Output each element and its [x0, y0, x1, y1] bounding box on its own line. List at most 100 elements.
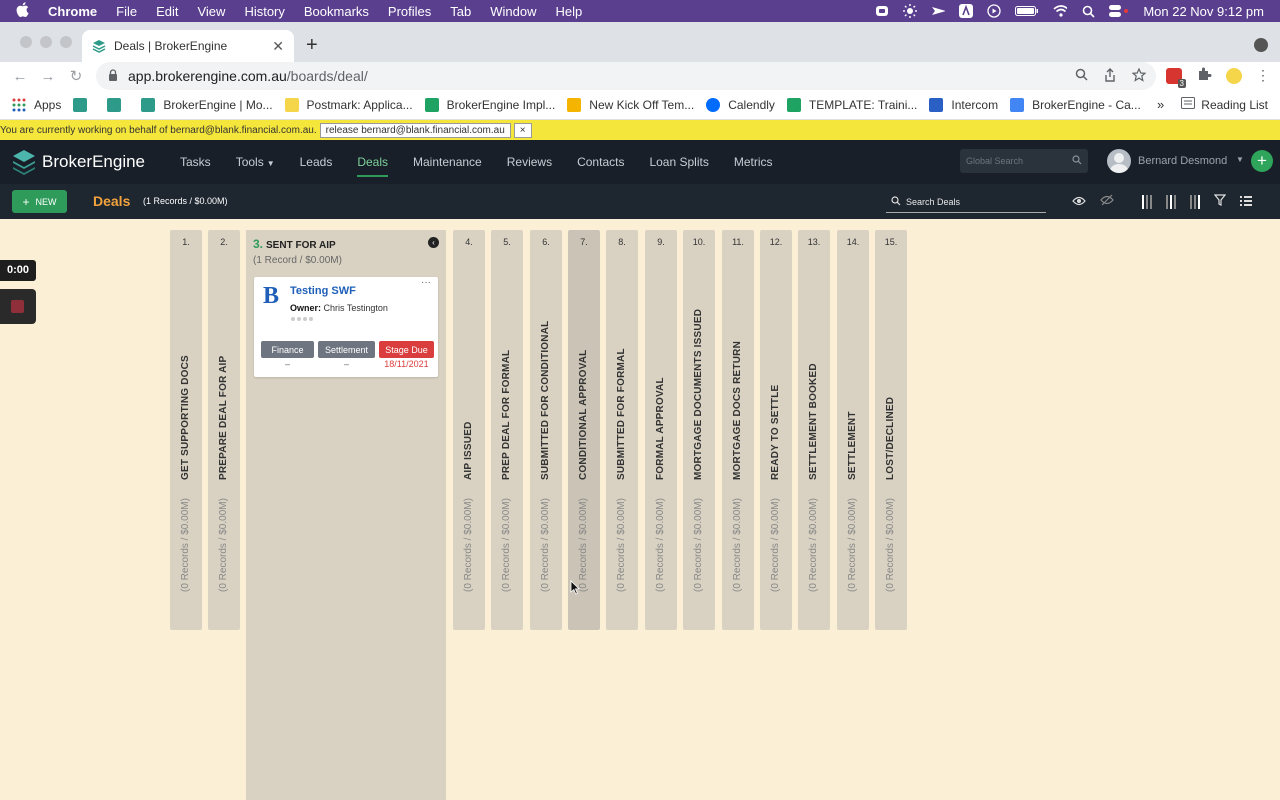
tab-search-icon[interactable] [1254, 38, 1268, 52]
finance-tag[interactable]: Finance [261, 341, 314, 358]
nav-loan-splits[interactable]: Loan Splits [649, 155, 708, 169]
board-column-12[interactable]: 12. READY TO SETTLE (0 Records / $0.00M) [760, 230, 792, 630]
brightness-icon[interactable] [903, 4, 918, 18]
search-deals-input[interactable]: Search Deals [886, 192, 1046, 213]
board-column-9[interactable]: 9. FORMAL APPROVAL (0 Records / $0.00M) [645, 230, 677, 630]
forward-icon[interactable]: → [34, 68, 62, 85]
settlement-tag[interactable]: Settlement [318, 341, 375, 358]
board-column-11[interactable]: 11. MORTGAGE DOCS RETURN (0 Records / $0… [722, 230, 754, 630]
nav-deals[interactable]: Deals [357, 155, 388, 177]
nav-leads[interactable]: Leads [300, 155, 333, 169]
user-menu-chevron-icon[interactable]: ▼ [1236, 155, 1244, 164]
board-column-7[interactable]: 7. CONDITIONAL APPROVAL (0 Records / $0.… [568, 230, 600, 630]
card-more-icon[interactable]: ··· [421, 277, 431, 288]
close-tab-icon[interactable]: ✕ [272, 38, 284, 55]
screen-record-icon[interactable] [875, 4, 889, 18]
board-column-6[interactable]: 6. SUBMITTED FOR CONDITIONAL (0 Records … [530, 230, 562, 630]
quick-add-button[interactable]: + [1251, 150, 1273, 172]
nav-metrics[interactable]: Metrics [734, 155, 773, 169]
user-avatar[interactable] [1107, 149, 1131, 173]
spotlight-search-icon[interactable] [1081, 4, 1095, 18]
menu-file[interactable]: File [116, 4, 137, 19]
menu-view[interactable]: View [197, 4, 225, 19]
new-deal-button[interactable]: + NEW [12, 190, 67, 213]
apple-icon[interactable] [16, 2, 30, 20]
brokerengine-logo[interactable]: BrokerEngine [12, 149, 162, 175]
stop-recording-button[interactable] [0, 289, 36, 324]
board-column-15[interactable]: 15. LOST/DECLINED (0 Records / $0.00M) [875, 230, 907, 630]
extension-badge-icon[interactable]: 3 [1166, 67, 1186, 88]
profile-avatar-icon[interactable] [1226, 67, 1242, 84]
close-impersonation-button[interactable]: × [513, 122, 532, 138]
bookmark-brokerengine-calendar[interactable]: BrokerEngine - Ca... [1010, 97, 1141, 112]
global-search-input[interactable]: Global Search [960, 149, 1088, 173]
board-column-4[interactable]: 4. AIP ISSUED (0 Records / $0.00M) [453, 230, 485, 630]
more-bookmarks-icon[interactable]: » [1157, 97, 1164, 112]
menu-history[interactable]: History [244, 4, 284, 19]
board-column-8[interactable]: 8. SUBMITTED FOR FORMAL (0 Records / $0.… [606, 230, 638, 630]
minimize-window-button[interactable] [40, 36, 52, 48]
reload-icon[interactable]: ↻ [62, 67, 90, 85]
deal-title[interactable]: Testing SWF [290, 285, 356, 297]
menu-edit[interactable]: Edit [156, 4, 178, 19]
bookmark-star-icon[interactable] [1131, 67, 1147, 85]
zoom-window-button[interactable] [60, 36, 72, 48]
reading-list-button[interactable]: Reading List [1181, 97, 1268, 112]
filter-icon[interactable] [1213, 194, 1227, 209]
bookmark-intercom[interactable]: Intercom [929, 97, 998, 112]
collapse-column-icon[interactable]: ‹ [428, 237, 439, 248]
menu-app-name[interactable]: Chrome [48, 4, 97, 19]
back-icon[interactable]: ← [6, 68, 34, 85]
battery-icon[interactable] [1015, 4, 1039, 18]
bookmark-calendly[interactable]: Calendly [706, 97, 775, 112]
eye-slash-icon[interactable] [1100, 194, 1114, 209]
wifi-icon[interactable] [1053, 4, 1068, 18]
bookmark-brokerengine-1[interactable] [73, 97, 95, 112]
board-column-13[interactable]: 13. SETTLEMENT BOOKED (0 Records / $0.00… [798, 230, 830, 630]
new-tab-icon[interactable]: + [306, 34, 318, 57]
bookmark-postmark[interactable]: Postmark: Applica... [284, 97, 413, 112]
board-column-14[interactable]: 14. SETTLEMENT (0 Records / $0.00M) [837, 230, 869, 630]
nav-maintenance[interactable]: Maintenance [413, 155, 482, 169]
send-icon[interactable] [931, 4, 946, 18]
share-icon[interactable] [1104, 68, 1116, 85]
view-density-2-icon[interactable] [1166, 194, 1176, 209]
board-column-5[interactable]: 5. PREP DEAL FOR FORMAL (0 Records / $0.… [491, 230, 523, 630]
address-bar[interactable]: app.brokerengine.com.au/boards/deal/ [96, 62, 1156, 90]
nav-contacts[interactable]: Contacts [577, 155, 624, 169]
bookmark-apps[interactable]: Apps [12, 98, 61, 112]
lock-icon[interactable] [108, 68, 118, 84]
close-window-button[interactable] [20, 36, 32, 48]
view-density-3-icon[interactable] [1190, 194, 1200, 209]
menu-help[interactable]: Help [556, 4, 583, 19]
stage-due-tag[interactable]: Stage Due [379, 341, 434, 358]
play-icon[interactable] [987, 4, 1001, 18]
bookmark-brokerengine-mo[interactable]: BrokerEngine | Mo... [141, 97, 273, 112]
user-name[interactable]: Bernard Desmond [1138, 155, 1227, 167]
bookmark-new-kick-off[interactable]: New Kick Off Tem... [567, 97, 694, 112]
eye-icon[interactable] [1072, 195, 1086, 209]
deal-card[interactable]: B Testing SWF ··· Owner: Chris Testingto… [254, 277, 438, 377]
bookmark-brokerengine-2[interactable] [107, 97, 129, 112]
board-column-1[interactable]: 1. GET SUPPORTING DOCS (0 Records / $0.0… [170, 230, 202, 630]
browser-menu-icon[interactable]: ⋮ [1256, 67, 1270, 84]
extensions-puzzle-icon[interactable] [1196, 66, 1212, 85]
menu-window[interactable]: Window [490, 4, 536, 19]
menu-profiles[interactable]: Profiles [388, 4, 431, 19]
board-column-2[interactable]: 2. PREPARE DEAL FOR AIP (0 Records / $0.… [208, 230, 240, 630]
app-a-icon[interactable] [959, 4, 974, 18]
release-impersonation-button[interactable]: release bernard@blank.financial.com.au [319, 122, 511, 138]
nav-tools[interactable]: Tools ▼ [236, 155, 275, 169]
board-column-10[interactable]: 10. MORTGAGE DOCUMENTS ISSUED (0 Records… [683, 230, 715, 630]
menu-tab[interactable]: Tab [450, 4, 471, 19]
menu-bar-clock[interactable]: Mon 22 Nov 9:12 pm [1143, 4, 1264, 19]
view-density-1-icon[interactable] [1142, 194, 1152, 209]
bookmark-brokerengine-impl[interactable]: BrokerEngine Impl... [424, 97, 555, 112]
control-center-icon[interactable] [1109, 4, 1129, 18]
menu-bookmarks[interactable]: Bookmarks [304, 4, 369, 19]
zoom-search-icon[interactable] [1075, 68, 1088, 85]
browser-tab-deals[interactable]: Deals | BrokerEngine ✕ [82, 30, 294, 62]
nav-reviews[interactable]: Reviews [507, 155, 552, 169]
bookmark-template-training[interactable]: TEMPLATE: Traini... [786, 97, 917, 112]
list-view-icon[interactable] [1240, 195, 1252, 209]
